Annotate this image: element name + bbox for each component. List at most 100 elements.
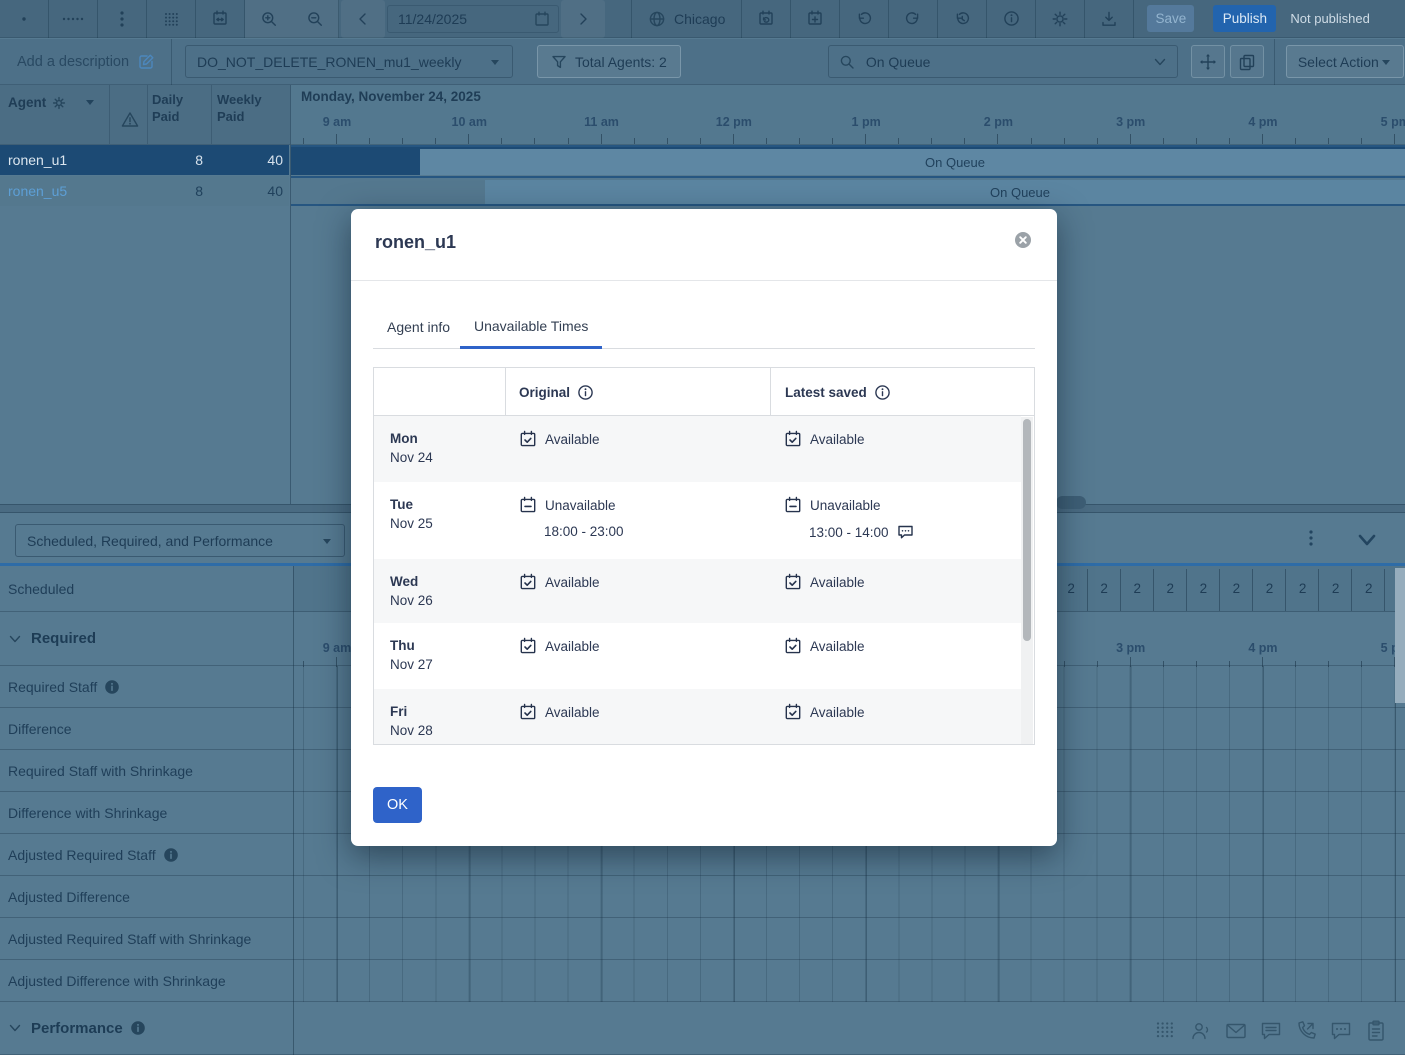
time-tick — [832, 138, 833, 144]
top-toolbar: Chicago Save Publish Not published — [0, 0, 1405, 38]
on-queue-bar[interactable]: On Queue — [420, 149, 1405, 175]
time-tick — [1394, 134, 1395, 144]
calendar-minus-icon — [784, 496, 802, 514]
workitem-icon[interactable] — [1361, 1016, 1391, 1046]
close-icon[interactable] — [1014, 231, 1032, 249]
date-picker[interactable] — [387, 5, 559, 33]
scheduled-cell[interactable]: 2 — [1120, 569, 1154, 611]
scheduled-cell[interactable]: 2 — [1351, 569, 1385, 611]
download-icon[interactable] — [1085, 0, 1134, 38]
agent-name[interactable]: ronen_u1 — [8, 152, 67, 168]
tab-unavailable-times[interactable]: Unavailable Times — [460, 305, 602, 349]
time-tick — [964, 138, 965, 144]
schedule-toolbar: Add a description DO_NOT_DELETE_RONEN_mu… — [0, 39, 1405, 85]
move-tool-icon[interactable] — [1191, 45, 1225, 78]
menu-dot-icon[interactable] — [0, 0, 49, 38]
prev-week-button[interactable] — [341, 0, 385, 38]
zoom-in-button[interactable] — [245, 0, 292, 38]
grid-view-icon[interactable] — [147, 0, 196, 38]
tab-agent-info[interactable]: Agent info — [373, 305, 464, 349]
scheduled-cell[interactable]: 2 — [1318, 569, 1352, 611]
email-icon[interactable] — [1221, 1016, 1251, 1046]
time-tick — [1031, 138, 1032, 144]
info-icon[interactable] — [577, 384, 594, 401]
scheduled-cell[interactable]: 2 — [1153, 569, 1187, 611]
info-icon[interactable] — [874, 384, 891, 401]
select-action-button[interactable]: Select Action — [1286, 45, 1404, 78]
agent-row[interactable]: ronen_u5840 — [0, 176, 289, 206]
calendar-icon[interactable] — [534, 11, 550, 27]
calendar-add-icon[interactable] — [791, 0, 840, 38]
weekly-paid-value: 40 — [211, 152, 283, 168]
history-icon[interactable] — [938, 0, 987, 38]
day-name: Wed — [390, 574, 505, 589]
table-scrollbar[interactable] — [1021, 417, 1033, 745]
day-name: Tue — [390, 497, 505, 512]
metric-label: Difference — [8, 721, 72, 737]
date-input[interactable] — [396, 10, 534, 28]
weekly-paid-header: Weekly Paid — [217, 91, 273, 125]
more-dots-icon[interactable] — [49, 0, 98, 38]
agent-activity-icon[interactable] — [1186, 1016, 1216, 1046]
redo-icon[interactable] — [889, 0, 938, 38]
availability-status: Available — [810, 432, 865, 447]
scheduled-cell[interactable]: 2 — [1285, 569, 1319, 611]
comment-icon[interactable] — [897, 524, 914, 540]
chevron-down-icon[interactable] — [8, 633, 22, 645]
publish-button[interactable]: Publish — [1213, 5, 1276, 32]
availability-table-header: Original Latest saved — [374, 368, 1034, 416]
availability-status: Available — [810, 639, 865, 654]
time-tick — [534, 138, 535, 144]
timezone-selector[interactable]: Chicago — [631, 0, 742, 38]
time-tick — [468, 134, 469, 144]
chat-icon[interactable] — [1256, 1016, 1286, 1046]
caret-down-icon[interactable] — [84, 97, 96, 107]
undo-icon[interactable] — [840, 0, 889, 38]
vertical-scrollbar[interactable] — [1395, 568, 1405, 703]
caret-down-icon — [321, 536, 333, 546]
edit-icon[interactable] — [138, 53, 155, 70]
message-icon[interactable] — [1326, 1016, 1356, 1046]
timezone-label: Chicago — [674, 11, 725, 27]
activity-search-input[interactable] — [864, 53, 1144, 71]
kebab-menu-icon[interactable] — [98, 0, 147, 38]
view-selector[interactable]: Scheduled, Required, and Performance — [15, 524, 345, 557]
availability-status: Available — [810, 705, 865, 720]
copy-schedule-icon[interactable] — [1230, 45, 1264, 78]
grid-icon[interactable] — [1151, 1016, 1181, 1046]
on-queue-bar[interactable]: On Queue — [485, 180, 1405, 204]
daily-paid-header: Daily Paid — [152, 91, 208, 125]
agents-filter-button[interactable]: Total Agents: 2 — [537, 45, 681, 78]
agents-filter-label: Total Agents: 2 — [575, 54, 667, 70]
collapse-panel-icon[interactable] — [1356, 533, 1378, 547]
settings-gear-icon[interactable] — [1036, 0, 1085, 38]
day-date: Nov 24 — [390, 450, 505, 465]
add-description[interactable]: Add a description — [0, 39, 172, 85]
chevron-down-icon[interactable] — [1153, 56, 1167, 68]
calendar-undo-icon[interactable] — [742, 0, 791, 38]
scheduled-cell[interactable]: 2 — [1252, 569, 1286, 611]
column-gear-icon[interactable] — [52, 96, 66, 110]
time-tick — [799, 138, 800, 144]
activity-search[interactable] — [828, 45, 1178, 78]
callback-icon[interactable] — [1291, 1016, 1321, 1046]
agent-row[interactable]: ronen_u1840 — [0, 145, 289, 175]
scheduled-cell[interactable]: 2 — [1087, 569, 1121, 611]
calendar-range-icon[interactable] — [196, 0, 245, 38]
info-icon[interactable] — [987, 0, 1036, 38]
schedule-select[interactable]: DO_NOT_DELETE_RONEN_mu1_weekly — [185, 45, 513, 78]
next-week-button[interactable] — [561, 0, 605, 38]
save-button[interactable]: Save — [1147, 5, 1194, 32]
agent-name[interactable]: ronen_u5 — [8, 183, 67, 199]
info-icon[interactable] — [104, 679, 120, 695]
scheduled-cell[interactable]: 2 — [1219, 569, 1253, 611]
table-scrollbar-thumb[interactable] — [1023, 419, 1031, 641]
ok-button[interactable]: OK — [373, 787, 422, 823]
zoom-out-button[interactable] — [292, 0, 339, 38]
splitter-grip[interactable] — [1056, 496, 1086, 509]
time-tick — [501, 138, 502, 144]
scheduled-cell[interactable]: 2 — [1186, 569, 1220, 611]
scheduled-cell[interactable]: 2 — [1054, 569, 1088, 611]
info-icon[interactable] — [163, 847, 179, 863]
bottom-kebab-icon[interactable] — [1308, 529, 1314, 547]
